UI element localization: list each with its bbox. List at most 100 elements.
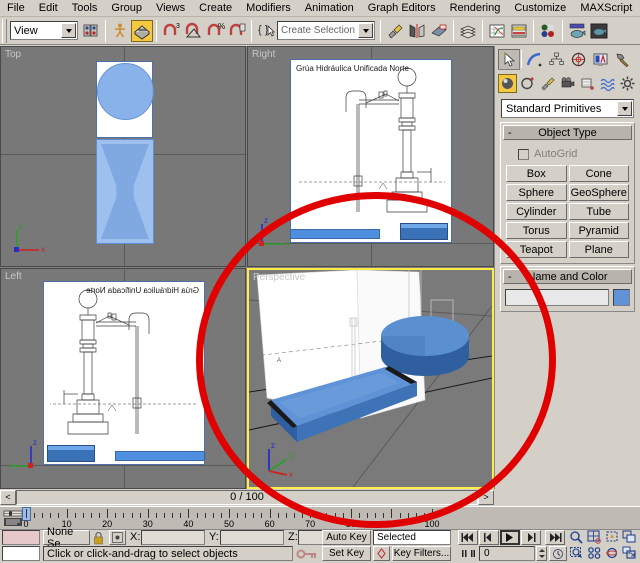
select-and-manipulate-icon[interactable] — [109, 20, 131, 42]
zoom-extents-icon[interactable] — [605, 530, 622, 545]
use-center-icon[interactable] — [80, 20, 102, 42]
next-frame-button[interactable]: > — [478, 490, 494, 505]
schematic-view-icon[interactable] — [508, 20, 530, 42]
layer-manager-icon[interactable] — [457, 20, 479, 42]
systems-cat-icon[interactable] — [618, 74, 637, 93]
play-icon[interactable] — [500, 530, 520, 545]
material-editor-icon[interactable] — [537, 20, 559, 42]
key-toggle-icon[interactable] — [373, 546, 390, 561]
track-bar[interactable]: 1020304050607080901000 — [0, 506, 640, 530]
lights-cat-icon[interactable] — [538, 74, 557, 93]
chevron-down-icon[interactable] — [358, 23, 373, 38]
frame-spinner[interactable] — [536, 546, 547, 561]
cylinder-button[interactable]: Cylinder — [506, 203, 567, 220]
name-and-color-header[interactable]: - Name and Color — [503, 269, 632, 284]
pan-icon[interactable] — [587, 546, 604, 561]
auto-key-button[interactable]: Auto Key — [322, 530, 371, 545]
menu-item-create[interactable]: Create — [192, 0, 239, 17]
viewport-right[interactable]: Right Grúa Hidráulica Unificada Norte — [247, 46, 494, 267]
pyramid-button[interactable]: Pyramid — [569, 222, 630, 239]
menu-item-modifiers[interactable]: Modifiers — [239, 0, 298, 17]
cone-button[interactable]: Cone — [569, 165, 630, 182]
display-tab[interactable] — [589, 49, 611, 70]
transform-center-icon[interactable] — [109, 530, 126, 545]
y-coordinate-field[interactable] — [220, 530, 284, 545]
object-name-input[interactable] — [505, 289, 609, 306]
x-coordinate-field[interactable] — [141, 530, 205, 545]
menu-item-group[interactable]: Group — [104, 0, 149, 17]
menu-item-animation[interactable]: Animation — [298, 0, 361, 17]
box-button[interactable]: Box — [506, 165, 567, 182]
go-to-start-icon[interactable] — [458, 530, 478, 545]
spinner-snap-icon[interactable] — [226, 20, 248, 42]
create-tab[interactable] — [498, 49, 520, 70]
snap-3d-icon[interactable]: 3 — [160, 20, 182, 42]
next-frame-icon[interactable] — [521, 530, 541, 545]
prev-frame-icon[interactable] — [479, 530, 499, 545]
maximize-viewport-icon[interactable] — [622, 546, 639, 561]
menu-item-tools[interactable]: Tools — [65, 0, 105, 17]
selection-lock-swatch-bottom[interactable] — [2, 546, 40, 561]
curve-editor-icon[interactable] — [486, 20, 508, 42]
key-mode-dropdown[interactable]: Selected — [373, 530, 451, 545]
shapes-cat-icon[interactable] — [518, 74, 537, 93]
menu-item-graph-editors[interactable]: Graph Editors — [361, 0, 443, 17]
chevron-down-icon[interactable] — [617, 101, 632, 116]
geometry-cat-icon[interactable] — [498, 74, 517, 93]
lock-icon[interactable] — [92, 531, 105, 545]
autogrid-row[interactable]: AutoGrid — [518, 146, 629, 162]
set-key-button[interactable]: Set Key — [322, 546, 371, 561]
helpers-cat-icon[interactable] — [578, 74, 597, 93]
menu-item-edit[interactable]: Edit — [32, 0, 65, 17]
motion-tab[interactable] — [567, 49, 589, 70]
menu-item-views[interactable]: Views — [149, 0, 192, 17]
snap-toggle-icon[interactable] — [131, 20, 153, 42]
menu-item-rendering[interactable]: Rendering — [443, 0, 508, 17]
quick-render-icon[interactable] — [588, 20, 610, 42]
viewport-top[interactable]: Top y x — [0, 46, 246, 267]
zoom-region-icon[interactable] — [569, 546, 586, 561]
plane-button[interactable]: Plane — [569, 241, 630, 258]
select-and-link-icon[interactable] — [384, 20, 406, 42]
prev-frame-button[interactable]: < — [0, 490, 16, 505]
tube-button[interactable]: Tube — [569, 203, 630, 220]
spacewarps-cat-icon[interactable] — [598, 74, 617, 93]
toolbar-grip[interactable] — [2, 19, 7, 43]
chevron-down-icon[interactable] — [61, 23, 76, 38]
zoom-icon[interactable] — [569, 530, 586, 545]
open-mini-curve-editor-icon[interactable] — [3, 509, 23, 528]
rollout-collapse-icon[interactable]: - — [508, 271, 512, 283]
viewport-perspective[interactable]: Perspective A — [247, 268, 494, 489]
rollout-collapse-icon[interactable]: - — [508, 127, 512, 139]
angle-snap-icon[interactable] — [182, 20, 204, 42]
hierarchy-tab[interactable] — [545, 49, 567, 70]
align-icon[interactable] — [428, 20, 450, 42]
absolute-relative-toggle-icon[interactable] — [296, 546, 318, 561]
menu-item-file[interactable]: File — [0, 0, 32, 17]
teapot-button[interactable]: Teapot — [506, 241, 567, 258]
key-mode-toggle-icon[interactable] — [458, 546, 478, 561]
mirror-icon[interactable] — [406, 20, 428, 42]
menu-item-customize[interactable]: Customize — [507, 0, 573, 17]
autogrid-checkbox[interactable] — [518, 149, 529, 160]
key-filters-button[interactable]: Key Filters... — [392, 546, 451, 561]
reference-coordinate-combo[interactable]: View — [10, 21, 78, 40]
selection-lock-swatch-top[interactable] — [2, 530, 40, 545]
current-frame-field[interactable]: 0 — [479, 546, 535, 561]
modify-tab[interactable] — [523, 49, 545, 70]
arc-rotate-icon[interactable] — [605, 546, 622, 561]
named-selection-sets-icon[interactable]: { } — [255, 20, 277, 42]
time-configuration-icon[interactable] — [549, 546, 567, 561]
render-scene-icon[interactable] — [566, 20, 588, 42]
utilities-tab[interactable] — [611, 49, 633, 70]
sphere-button[interactable]: Sphere — [506, 184, 567, 201]
viewport-left[interactable]: Left Grúa Hidráulica Unificada Norte — [0, 268, 246, 489]
cameras-cat-icon[interactable] — [558, 74, 577, 93]
torus-button[interactable]: Torus — [506, 222, 567, 239]
frame-indicator[interactable]: 0 / 100 — [16, 490, 478, 505]
object-color-swatch[interactable] — [613, 289, 630, 306]
percent-snap-icon[interactable]: % — [204, 20, 226, 42]
selection-set-combo[interactable]: Create Selection Set — [277, 21, 375, 40]
zoom-extents-all-icon[interactable] — [622, 530, 639, 545]
primitive-category-dropdown[interactable]: Standard Primitives — [501, 99, 634, 118]
